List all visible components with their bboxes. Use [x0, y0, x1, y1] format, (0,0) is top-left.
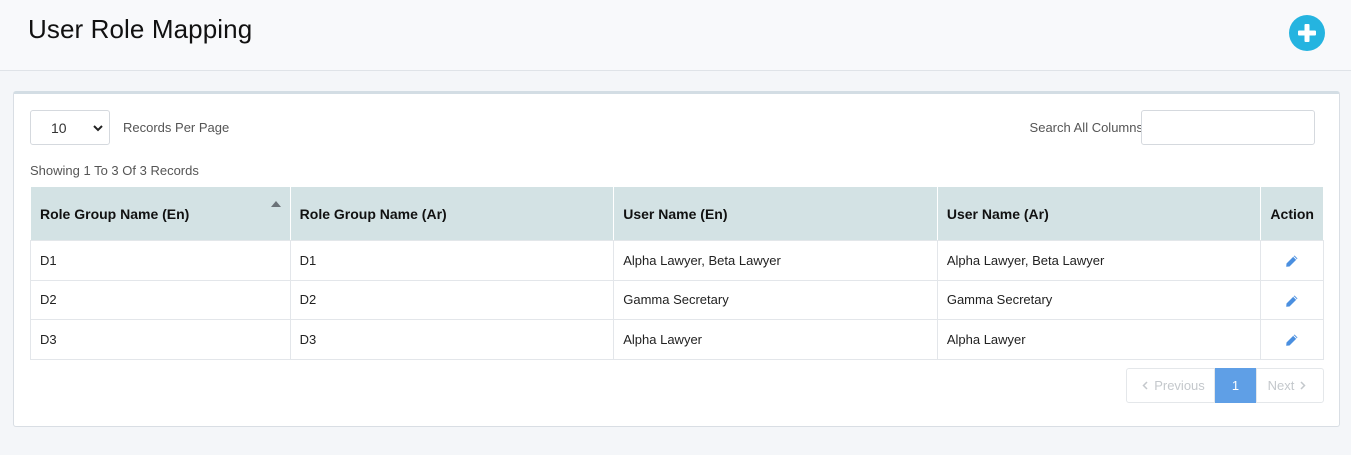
cell-user-name-ar: Gamma Secretary	[936, 279, 1262, 320]
plus-icon	[1298, 24, 1316, 42]
role-mapping-table: Role Group Name (En) Role Group Name (Ar…	[30, 186, 1324, 360]
cell-role-group-ar: D1	[289, 240, 615, 281]
next-page-button[interactable]: Next	[1256, 368, 1324, 403]
next-page-label: Next	[1267, 378, 1295, 393]
chevron-left-icon	[1142, 381, 1148, 390]
column-header-role-group-ar[interactable]: Role Group Name (Ar)	[289, 186, 615, 241]
pencil-icon[interactable]	[1285, 333, 1299, 347]
records-summary: Showing 1 To 3 Of 3 Records	[30, 163, 199, 178]
cell-role-group-ar: D2	[289, 279, 615, 320]
page-header: User Role Mapping	[0, 0, 1351, 71]
column-header-label: Action	[1270, 205, 1314, 222]
column-header-label: User Name (Ar)	[946, 205, 1049, 222]
cell-action	[1260, 240, 1324, 281]
chevron-right-icon	[1300, 381, 1306, 390]
column-header-user-name-ar[interactable]: User Name (Ar)	[936, 186, 1262, 241]
records-per-page-value: 10	[51, 120, 67, 136]
cell-user-name-en: Alpha Lawyer	[613, 319, 938, 360]
table-row: D1 D1 Alpha Lawyer, Beta Lawyer Alpha La…	[30, 240, 1324, 281]
page-title: User Role Mapping	[28, 14, 253, 44]
cell-action	[1260, 319, 1324, 360]
search-input[interactable]	[1141, 110, 1315, 145]
search-label: Search All Columns	[1029, 120, 1143, 135]
add-button[interactable]	[1289, 15, 1325, 51]
records-per-page-select[interactable]: 10	[30, 110, 110, 145]
previous-page-button[interactable]: Previous	[1126, 368, 1215, 403]
records-card: 10 Records Per Page Search All Columns S…	[13, 91, 1340, 427]
cell-role-group-en: D3	[30, 319, 291, 360]
previous-page-label: Previous	[1154, 378, 1205, 393]
table-row: D3 D3 Alpha Lawyer Alpha Lawyer	[30, 319, 1324, 360]
cell-user-name-en: Gamma Secretary	[613, 279, 938, 320]
pencil-icon[interactable]	[1285, 254, 1299, 268]
cell-user-name-en: Alpha Lawyer, Beta Lawyer	[613, 240, 938, 281]
column-header-label: Role Group Name (En)	[40, 205, 190, 222]
table-header-row: Role Group Name (En) Role Group Name (Ar…	[30, 186, 1324, 241]
cell-action	[1260, 279, 1324, 320]
sort-ascending-icon	[270, 201, 281, 207]
column-header-label: User Name (En)	[623, 205, 728, 222]
cell-role-group-en: D1	[30, 240, 291, 281]
column-header-user-name-en[interactable]: User Name (En)	[613, 186, 938, 241]
cell-user-name-ar: Alpha Lawyer, Beta Lawyer	[936, 240, 1262, 281]
page-number-button[interactable]: 1	[1215, 368, 1256, 403]
chevron-down-icon	[93, 125, 103, 132]
cell-user-name-ar: Alpha Lawyer	[936, 319, 1262, 360]
column-header-action: Action	[1260, 186, 1324, 241]
cell-role-group-en: D2	[30, 279, 291, 320]
pagination: Previous 1 Next	[1126, 368, 1324, 403]
column-header-role-group-en[interactable]: Role Group Name (En)	[30, 186, 291, 241]
pencil-icon[interactable]	[1285, 294, 1299, 308]
column-header-label: Role Group Name (Ar)	[299, 205, 447, 222]
cell-role-group-ar: D3	[289, 319, 615, 360]
table-row: D2 D2 Gamma Secretary Gamma Secretary	[30, 279, 1324, 320]
records-per-page-label: Records Per Page	[123, 120, 230, 135]
